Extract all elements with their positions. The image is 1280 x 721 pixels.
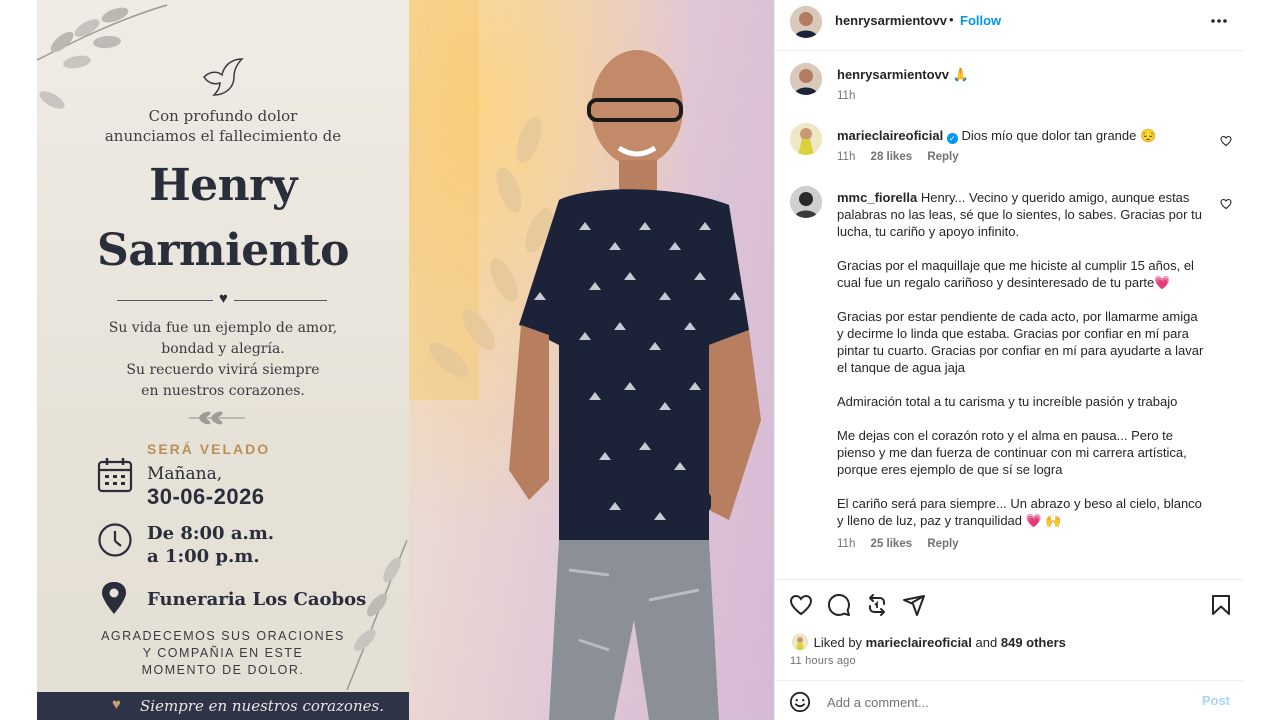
dove-icon xyxy=(203,58,244,96)
flyer-date-label: Mañana, xyxy=(147,464,223,484)
avatar[interactable] xyxy=(790,186,822,218)
follow-button[interactable]: Follow xyxy=(960,13,1001,28)
comment-likes[interactable]: 28 likes xyxy=(871,151,913,163)
comment-paragraph: Admiración total a tu carisma y tu incre… xyxy=(837,394,1178,409)
post-comment-button[interactable]: Post xyxy=(1202,693,1230,708)
post-caption: henrysarmientovv 🙏 11h xyxy=(775,63,1244,113)
add-comment-bar: Post xyxy=(775,680,1244,721)
comment-paragraph: Me dejas con el corazón roto y el alma e… xyxy=(837,428,1187,477)
flyer-place: Funeraria Los Caobos xyxy=(147,589,367,610)
reply-button[interactable]: Reply xyxy=(927,151,958,163)
flyer-velado-label: SERÁ VELADO xyxy=(147,441,271,457)
flyer-time-start: De 8:00 a.m. xyxy=(147,523,275,544)
comments-list[interactable]: henrysarmientovv 🙏 11h marieclaireoficia… xyxy=(775,51,1244,579)
liked-by: Liked by marieclaireoficial and 849 othe… xyxy=(792,634,1066,650)
flyer-thanks-line: MOMENTO DE DOLOR. xyxy=(141,663,305,677)
flyer-intro: Con profundo dolor anunciamos el falleci… xyxy=(37,106,409,146)
caption-time[interactable]: 11h xyxy=(837,90,855,102)
comment-paragraph: Gracias por el maquillaje que me hiciste… xyxy=(837,258,1194,290)
post-actions: Liked by marieclaireoficial and 849 othe… xyxy=(775,579,1244,680)
avatar[interactable] xyxy=(790,123,822,155)
comment-meta: 11h 28 likes Reply xyxy=(837,151,971,163)
comment-likes[interactable]: 25 likes xyxy=(871,538,913,550)
repost-icon[interactable] xyxy=(865,593,889,617)
post-sidebar: henrysarmientovv • Follow henrysarmiento… xyxy=(774,0,1244,720)
comment-like-icon[interactable] xyxy=(1220,198,1232,210)
post-image[interactable]: Con profundo dolor anunciamos el falleci… xyxy=(37,0,774,720)
funeral-flyer: Con profundo dolor anunciamos el falleci… xyxy=(37,0,409,720)
clock-icon xyxy=(98,523,132,557)
flyer-name-first: Henry xyxy=(149,160,297,211)
comment-text: marieclaireoficial ✓ Dios mío que dolor … xyxy=(837,127,1207,144)
avatar[interactable] xyxy=(790,63,822,95)
verified-badge-icon: ✓ xyxy=(946,133,958,144)
caption-meta: 11h xyxy=(837,90,867,102)
reply-button[interactable]: Reply xyxy=(927,538,958,550)
comment-username[interactable]: marieclaireoficial xyxy=(837,128,943,143)
comment-text: mmc_fiorella Henry... Vecino y querido a… xyxy=(837,189,1207,529)
liked-by-user[interactable]: marieclaireoficial xyxy=(866,635,972,650)
avatar[interactable] xyxy=(792,634,808,650)
calendar-icon xyxy=(97,458,133,493)
liked-by-and: and xyxy=(975,635,998,650)
caption-emoji: 🙏 xyxy=(952,67,969,82)
comment-input[interactable] xyxy=(825,691,1169,713)
comment-item: mmc_fiorella Henry... Vecino y querido a… xyxy=(775,186,1244,566)
heart-icon[interactable] xyxy=(789,593,813,617)
flyer-intro-line: anunciamos el fallecimiento de xyxy=(104,127,342,145)
post-time[interactable]: 11 hours ago xyxy=(790,655,856,667)
liked-by-prefix: Liked by xyxy=(813,635,863,650)
sprig-icon xyxy=(189,411,245,425)
location-pin-icon xyxy=(102,582,126,614)
comment-time[interactable]: 11h xyxy=(837,151,855,163)
ellipsis-icon[interactable] xyxy=(1210,13,1228,29)
heart-icon: ♥ xyxy=(112,696,121,713)
bookmark-icon[interactable] xyxy=(1209,593,1233,617)
avatar[interactable] xyxy=(790,6,822,38)
comment-content: Dios mío que dolor tan grande 😔 xyxy=(961,128,1157,143)
flyer-tribute-line: Su vida fue un ejemplo de amor, xyxy=(108,320,338,336)
page-left-margin xyxy=(0,0,37,720)
flyer-name-last: Sarmiento xyxy=(97,225,349,276)
comment-paragraph: El cariño será para siempre... Un abrazo… xyxy=(837,496,1202,528)
flyer-tribute-line: bondad y alegría. xyxy=(161,341,285,357)
liked-by-others[interactable]: 849 others xyxy=(1001,635,1066,650)
post-header: henrysarmientovv • Follow xyxy=(775,0,1244,51)
flyer-time-end: a 1:00 p.m. xyxy=(147,546,260,567)
comment-username[interactable]: mmc_fiorella xyxy=(837,190,917,205)
flyer-footer-text: Siempre en nuestros corazones. xyxy=(140,697,384,715)
flyer-thanks-line: AGRADECEMOS SUS ORACIONES xyxy=(101,629,345,643)
flyer-date: 30-06-2026 xyxy=(147,484,265,509)
header-username[interactable]: henrysarmientovv xyxy=(835,13,947,28)
flyer-intro-line: Con profundo dolor xyxy=(148,107,298,125)
page-right-margin xyxy=(1243,0,1280,720)
header-separator: • xyxy=(949,12,954,27)
send-icon[interactable] xyxy=(902,593,926,617)
caption-username[interactable]: henrysarmientovv xyxy=(837,67,949,82)
portrait-photo xyxy=(409,0,774,720)
comment-time[interactable]: 11h xyxy=(837,538,855,550)
comment-like-icon[interactable] xyxy=(1220,135,1232,147)
flyer-thanks: AGRADECEMOS SUS ORACIONES Y COMPAÑIA EN … xyxy=(37,628,409,679)
comment-meta: 11h 25 likes Reply xyxy=(837,538,971,550)
smiley-icon[interactable] xyxy=(789,691,811,713)
heart-icon: ♥ xyxy=(213,290,234,307)
flyer-tribute: Su vida fue un ejemplo de amor, bondad y… xyxy=(37,318,409,402)
caption-text: henrysarmientovv 🙏 xyxy=(837,66,1207,83)
flyer-tribute-line: Su recuerdo vivirá siempre xyxy=(126,362,320,378)
flyer-footer: ♥ Siempre en nuestros corazones. xyxy=(37,692,409,720)
portrait-illustration xyxy=(409,0,774,720)
flyer-tribute-line: en nuestros corazones. xyxy=(141,383,305,399)
comment-item: marieclaireoficial ✓ Dios mío que dolor … xyxy=(775,123,1244,173)
flyer-thanks-line: Y COMPAÑIA EN ESTE xyxy=(142,646,304,660)
comment-icon[interactable] xyxy=(827,593,851,617)
comment-paragraph: Gracias por estar pendiente de cada acto… xyxy=(837,309,1204,375)
